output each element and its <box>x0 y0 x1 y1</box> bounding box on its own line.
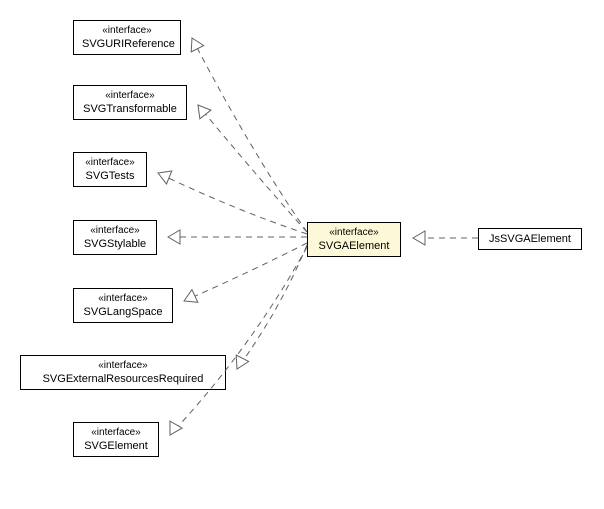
node-name: SVGElement <box>82 439 150 453</box>
node-name: SVGURIReference <box>82 37 172 51</box>
stereotype-label: «interface» <box>29 359 217 372</box>
node-name: SVGAElement <box>316 239 392 253</box>
uml-node-transform[interactable]: «interface» SVGTransformable <box>73 85 187 120</box>
node-name: SVGStylable <box>82 237 148 251</box>
node-name: SVGTests <box>82 169 138 183</box>
uml-node-extres[interactable]: «interface» SVGExternalResourcesRequired <box>20 355 226 390</box>
node-name: SVGExternalResourcesRequired <box>29 372 217 386</box>
uml-node-jsa[interactable]: JsSVGAElement <box>478 228 582 250</box>
node-name: JsSVGAElement <box>485 232 575 246</box>
stereotype-label: «interface» <box>82 426 150 439</box>
uml-node-aelement[interactable]: «interface» SVGAElement <box>307 222 401 257</box>
uml-node-element[interactable]: «interface» SVGElement <box>73 422 159 457</box>
stereotype-label: «interface» <box>82 24 172 37</box>
stereotype-label: «interface» <box>82 292 164 305</box>
uml-node-langspace[interactable]: «interface» SVGLangSpace <box>73 288 173 323</box>
stereotype-label: «interface» <box>316 226 392 239</box>
uml-node-stylable[interactable]: «interface» SVGStylable <box>73 220 157 255</box>
uml-node-tests[interactable]: «interface» SVGTests <box>73 152 147 187</box>
stereotype-label: «interface» <box>82 224 148 237</box>
uml-node-uriref[interactable]: «interface» SVGURIReference <box>73 20 181 55</box>
stereotype-label: «interface» <box>82 156 138 169</box>
stereotype-label: «interface» <box>82 89 178 102</box>
node-name: SVGTransformable <box>82 102 178 116</box>
node-name: SVGLangSpace <box>82 305 164 319</box>
